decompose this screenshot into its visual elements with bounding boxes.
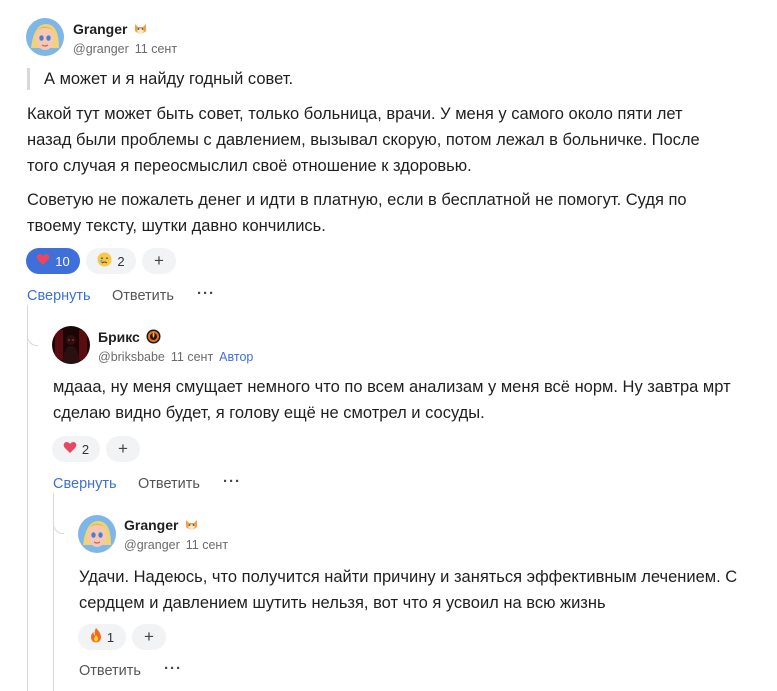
reply-button[interactable]: Ответить [79,663,141,679]
meta-line: @granger 11 сент [124,538,228,552]
add-reaction-button[interactable]: + [106,436,140,462]
username-text: Granger [73,21,128,37]
more-options-icon[interactable]: ··· [223,473,241,490]
plus-icon: + [118,439,128,458]
timestamp[interactable]: 11 сент [171,350,213,364]
collapse-button[interactable]: Свернуть [27,288,91,304]
reaction-heart-button[interactable]: 10 [26,248,80,274]
reaction-crying-button[interactable]: 2 [86,248,136,274]
flame-ring-icon [146,329,161,347]
timestamp[interactable]: 11 сент [135,42,177,56]
avatar[interactable] [26,18,64,56]
shiba-dog-icon [133,21,148,39]
reaction-count: 2 [117,253,125,269]
reply-button[interactable]: Ответить [112,288,174,304]
add-reaction-button[interactable]: + [132,624,166,650]
handle[interactable]: @granger [73,42,129,56]
plus-icon: + [154,251,164,270]
avatar[interactable] [78,515,116,553]
reaction-fire-button[interactable]: 1 [78,624,126,650]
more-options-icon[interactable]: ··· [197,285,215,302]
comment-paragraph: Удачи. Надеюсь, что получится найти прич… [79,568,738,612]
quote-text: А может и я найду годный совет. [27,68,293,90]
username-text: Granger [124,517,179,533]
reaction-count: 2 [81,441,90,457]
thread-line [27,318,28,691]
author-badge: Автор [219,350,254,364]
reaction-count: 1 [106,629,115,645]
plus-icon: + [144,627,154,646]
thread-connector [27,305,38,346]
thread-connector [53,493,64,534]
heart-icon [63,441,77,457]
meta-line: @briksbabe 11 сент Автор [98,350,253,364]
avatar[interactable] [52,326,90,364]
meta-line: @granger 11 сент [73,42,177,56]
username[interactable]: Брикс [98,329,161,347]
reply-button[interactable]: Ответить [138,476,200,492]
more-options-icon[interactable]: ··· [164,660,182,677]
shiba-dog-icon [184,517,199,535]
handle[interactable]: @briksbabe [98,350,165,364]
timestamp[interactable]: 11 сент [186,538,228,552]
reaction-heart-button[interactable]: 2 [52,436,100,462]
add-reaction-button[interactable]: + [142,248,176,274]
heart-icon [36,253,50,269]
thread-line [53,506,54,691]
crying-face-icon [97,252,112,270]
handle[interactable]: @granger [124,538,180,552]
collapse-button[interactable]: Свернуть [53,476,117,492]
username[interactable]: Granger [124,517,199,535]
username-text: Брикс [98,329,140,345]
comment-paragraph: мдааа, ну меня смущает немного что по вс… [53,378,731,422]
comment-paragraph: Какой тут может быть совет, только больн… [27,105,700,175]
reaction-count: 10 [55,253,70,269]
username[interactable]: Granger [73,21,148,39]
comment-paragraph: Советую не пожалеть денег и идти в платн… [27,191,687,235]
fire-icon [90,628,102,646]
